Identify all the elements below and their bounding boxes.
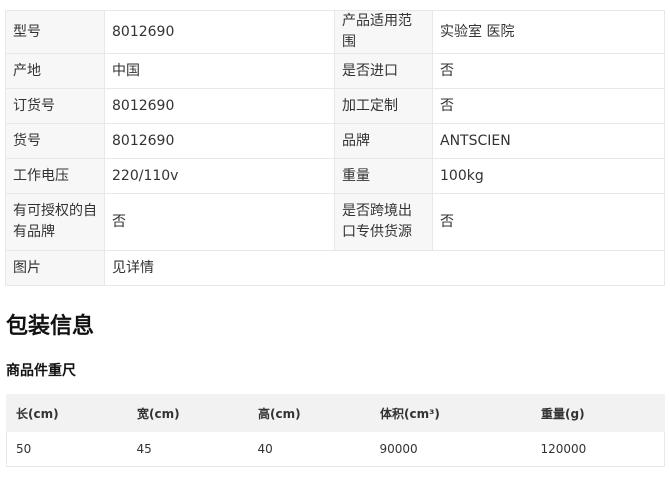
spec-value-brand: ANTSCIEN [432, 123, 665, 159]
spec-value-order-no: 8012690 [104, 88, 335, 124]
spec-value-custom: 否 [432, 88, 665, 124]
header-length: 长(cm) [6, 394, 128, 432]
spec-value-model: 8012690 [104, 10, 335, 54]
spec-label-scope: 产品适用范围 [334, 10, 433, 54]
product-spec-table: 型号 8012690 产品适用范围 实验室 医院 产地 中国 是否进口 否 订货… [5, 10, 665, 286]
header-volume: 体积(cm³) [370, 394, 532, 432]
value-weight: 120000 [531, 431, 665, 467]
spec-label-own-brand: 有可授权的自有品牌 [5, 193, 105, 251]
spec-row: 型号 8012690 产品适用范围 实验室 医院 [5, 10, 665, 54]
spec-label-image: 图片 [5, 250, 105, 286]
packaging-subtitle: 商品件重尺 [6, 363, 76, 379]
packaging-section-title: 包装信息 [6, 314, 95, 339]
spec-label-item-no: 货号 [5, 123, 105, 159]
value-volume: 90000 [370, 431, 532, 467]
spec-row: 订货号 8012690 加工定制 否 [5, 88, 665, 124]
spec-row: 货号 8012690 品牌 ANTSCIEN [5, 123, 665, 159]
spec-row: 产地 中国 是否进口 否 [5, 53, 665, 89]
packaging-header-row: 长(cm) 宽(cm) 高(cm) 体积(cm³) 重量(g) [6, 394, 665, 432]
value-height: 40 [248, 431, 371, 467]
header-weight: 重量(g) [531, 394, 665, 432]
spec-value-imported: 否 [432, 53, 665, 89]
spec-value-cross-border: 否 [432, 193, 665, 251]
spec-row: 工作电压 220/110v 重量 100kg [5, 158, 665, 194]
packaging-table: 长(cm) 宽(cm) 高(cm) 体积(cm³) 重量(g) 50 45 40… [6, 394, 665, 467]
spec-value-image: 见详情 [104, 250, 665, 286]
spec-label-voltage: 工作电压 [5, 158, 105, 194]
spec-value-item-no: 8012690 [104, 123, 335, 159]
spec-value-own-brand: 否 [104, 193, 335, 251]
spec-value-origin: 中国 [104, 53, 335, 89]
spec-label-model: 型号 [5, 10, 105, 54]
spec-label-weight: 重量 [334, 158, 433, 194]
spec-value-voltage: 220/110v [104, 158, 335, 194]
spec-value-weight: 100kg [432, 158, 665, 194]
spec-row: 有可授权的自有品牌 否 是否跨境出口专供货源 否 [5, 193, 665, 251]
spec-row: 图片 见详情 [5, 250, 665, 286]
spec-label-custom: 加工定制 [334, 88, 433, 124]
packaging-value-row: 50 45 40 90000 120000 [6, 431, 665, 467]
header-height: 高(cm) [248, 394, 371, 432]
spec-label-origin: 产地 [5, 53, 105, 89]
spec-label-cross-border: 是否跨境出口专供货源 [334, 193, 433, 251]
header-width: 宽(cm) [127, 394, 249, 432]
spec-label-order-no: 订货号 [5, 88, 105, 124]
spec-label-brand: 品牌 [334, 123, 433, 159]
spec-label-imported: 是否进口 [334, 53, 433, 89]
value-length: 50 [6, 431, 128, 467]
spec-value-scope: 实验室 医院 [432, 10, 665, 54]
value-width: 45 [127, 431, 249, 467]
